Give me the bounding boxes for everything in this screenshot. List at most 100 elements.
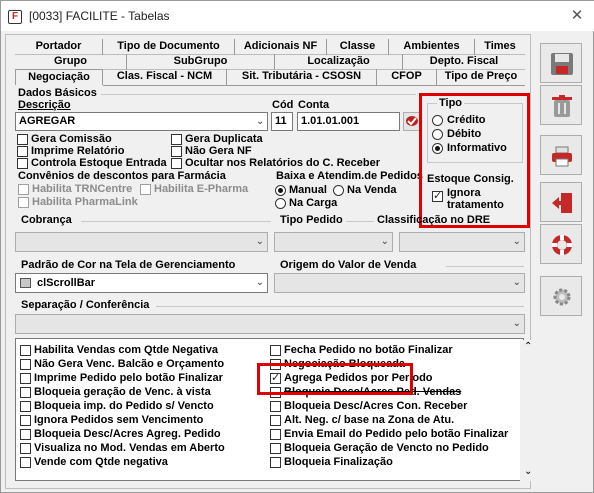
printer-icon bbox=[552, 146, 572, 167]
tipo-pedido-select[interactable]: ⌄ bbox=[274, 232, 393, 252]
application-window: F [0033] FACILITE - Tabelas ✕ Portador T… bbox=[0, 0, 594, 493]
trncentre-checkbox[interactable] bbox=[18, 184, 29, 195]
chevron-down-icon: ⌄ bbox=[512, 236, 521, 247]
separacao-conferencia-label: Separação / Conferência bbox=[21, 299, 150, 311]
origem-divider bbox=[446, 266, 524, 267]
close-icon[interactable]: ✕ bbox=[567, 7, 587, 25]
delete-button[interactable] bbox=[540, 85, 582, 125]
list-left-checkbox-1[interactable] bbox=[20, 359, 31, 370]
cod-field[interactable]: 11 bbox=[271, 112, 293, 131]
padrao-cor-label: Padrão de Cor na Tela de Gerenciamento bbox=[21, 259, 236, 271]
list-left-checkbox-8[interactable] bbox=[20, 457, 31, 468]
cobranca-select[interactable]: ⌄ bbox=[15, 232, 268, 252]
separacao-divider bbox=[156, 306, 524, 307]
conta-field[interactable]: 1.01.01.001 bbox=[297, 112, 400, 131]
list-right-checkbox-5[interactable] bbox=[270, 415, 281, 426]
list-left-checkbox-6[interactable] bbox=[20, 429, 31, 440]
baixa-na-carga-radio[interactable] bbox=[275, 198, 286, 209]
tab-tipo-documento[interactable]: Tipo de Documento bbox=[103, 39, 235, 55]
highlight-box-tipo bbox=[419, 93, 530, 228]
classificacao-dre-label: Classificação no DRE bbox=[377, 214, 491, 226]
window-title: [0033] FACILITE - Tabelas bbox=[29, 9, 170, 23]
tab-grupo[interactable]: Grupo bbox=[15, 54, 127, 70]
imprime-relatorio-label: Imprime Relatório bbox=[31, 145, 125, 157]
help-button[interactable] bbox=[540, 224, 582, 264]
controla-estoque-label: Controla Estoque Entrada bbox=[31, 157, 167, 169]
exit-button[interactable] bbox=[540, 182, 582, 222]
imprime-relatorio-checkbox[interactable] bbox=[17, 146, 28, 157]
ocultar-relatorios-checkbox[interactable] bbox=[171, 158, 182, 169]
gera-duplicata-checkbox[interactable] bbox=[171, 134, 182, 145]
list-left-checkbox-0[interactable] bbox=[20, 345, 31, 356]
tab-tipo-preco[interactable]: Tipo de Preço bbox=[437, 69, 525, 85]
list-left-checkbox-7[interactable] bbox=[20, 443, 31, 454]
list-left-checkbox-3[interactable] bbox=[20, 387, 31, 398]
highlight-box-agrega bbox=[257, 363, 413, 395]
tab-negociacao[interactable]: Negociação bbox=[15, 69, 103, 85]
list-left-checkbox-2[interactable] bbox=[20, 373, 31, 384]
list-right-checkbox-7[interactable] bbox=[270, 443, 281, 454]
tab-sit-tributaria[interactable]: Sit. Tributária - CSOSN bbox=[227, 69, 377, 85]
options-checklist[interactable]: Habilita Vendas com Qtde Negativa Não Ge… bbox=[15, 338, 537, 481]
list-right-checkbox-4[interactable] bbox=[270, 401, 281, 412]
tab-times[interactable]: Times bbox=[475, 39, 525, 55]
baixa-na-carga-label: Na Carga bbox=[289, 197, 338, 209]
pharmalink-checkbox[interactable] bbox=[18, 197, 29, 208]
list-left-checkbox-5[interactable] bbox=[20, 415, 31, 426]
trncentre-label: Habilita TRNCentre bbox=[32, 183, 133, 195]
tab-depto-fiscal[interactable]: Depto. Fiscal bbox=[403, 54, 525, 70]
list-item: Não Gera Venc. Balcão e Orçamento bbox=[34, 358, 225, 370]
epharma-label: Habilita E-Pharma bbox=[154, 183, 249, 195]
print-button[interactable] bbox=[540, 135, 582, 175]
controla-estoque-checkbox[interactable] bbox=[17, 158, 28, 169]
chevron-down-icon: ⌄ bbox=[512, 277, 521, 288]
scroll-down-icon[interactable]: ⌄ bbox=[524, 466, 532, 477]
tab-portador[interactable]: Portador bbox=[15, 39, 103, 55]
chevron-down-icon: ⌄ bbox=[512, 318, 521, 329]
origem-valor-select[interactable]: ⌄ bbox=[274, 273, 525, 293]
list-right-checkbox-6[interactable] bbox=[270, 429, 281, 440]
chevron-down-icon: ⌄ bbox=[380, 236, 389, 247]
list-item: Habilita Vendas com Qtde Negativa bbox=[34, 344, 219, 356]
list-item: Bloqueia Finalização bbox=[284, 456, 393, 468]
list-item: Fecha Pedido no botão Finalizar bbox=[284, 344, 453, 356]
settings-button[interactable] bbox=[540, 276, 582, 316]
save-button[interactable] bbox=[540, 43, 582, 83]
list-item: Vende com Qtde negativa bbox=[34, 456, 168, 468]
title-bar: F [0033] FACILITE - Tabelas ✕ bbox=[1, 1, 594, 31]
padrao-cor-select[interactable]: clScrollBar ⌄ bbox=[15, 273, 268, 293]
list-item: Bloqueia Geração de Vencto no Pedido bbox=[284, 442, 489, 454]
tab-classe[interactable]: Classe bbox=[327, 39, 389, 55]
tab-cfop[interactable]: CFOP bbox=[377, 69, 437, 85]
list-right-checkbox-0[interactable] bbox=[270, 345, 281, 356]
epharma-checkbox[interactable] bbox=[140, 184, 151, 195]
gera-comissao-checkbox[interactable] bbox=[17, 134, 28, 145]
nao-gera-nf-label: Não Gera NF bbox=[185, 145, 252, 157]
app-logo-icon: F bbox=[8, 10, 22, 24]
tab-clas-fiscal-ncm[interactable]: Clas. Fiscal - NCM bbox=[103, 69, 227, 85]
classificacao-dre-select[interactable]: ⌄ bbox=[399, 232, 525, 252]
descricao-label: Descrição bbox=[18, 99, 71, 111]
baixa-manual-radio[interactable] bbox=[275, 185, 286, 196]
tab-localizacao[interactable]: Localização bbox=[275, 54, 403, 70]
separacao-conferencia-select[interactable]: ⌄ bbox=[15, 314, 525, 334]
baixa-na-venda-label: Na Venda bbox=[347, 184, 397, 196]
descricao-field[interactable]: AGREGAR bbox=[15, 112, 268, 131]
nao-gera-nf-checkbox[interactable] bbox=[171, 146, 182, 157]
list-right-checkbox-8[interactable] bbox=[270, 457, 281, 468]
list-scrollbar[interactable]: ⌃ ⌄ bbox=[520, 340, 537, 481]
list-item: Bloqueia Desc/Acres Con. Receber bbox=[284, 400, 468, 412]
list-left-checkbox-4[interactable] bbox=[20, 401, 31, 412]
baixa-na-venda-radio[interactable] bbox=[333, 185, 344, 196]
gera-comissao-label: Gera Comissão bbox=[31, 133, 112, 145]
save-icon bbox=[551, 53, 573, 75]
cobranca-divider bbox=[81, 221, 271, 222]
list-item: Alt. Neg. c/ base na Zona de Atu. bbox=[284, 414, 455, 426]
tab-row-2: Grupo SubGrupo Localização Depto. Fiscal bbox=[15, 54, 525, 70]
tab-adicionais-nf[interactable]: Adicionais NF bbox=[235, 39, 327, 55]
tab-subgrupo[interactable]: SubGrupo bbox=[127, 54, 275, 70]
chevron-down-icon: ⌄ bbox=[255, 236, 264, 247]
scroll-up-icon[interactable]: ⌃ bbox=[524, 341, 532, 352]
tab-ambientes[interactable]: Ambientes bbox=[389, 39, 475, 55]
color-swatch bbox=[20, 278, 31, 288]
